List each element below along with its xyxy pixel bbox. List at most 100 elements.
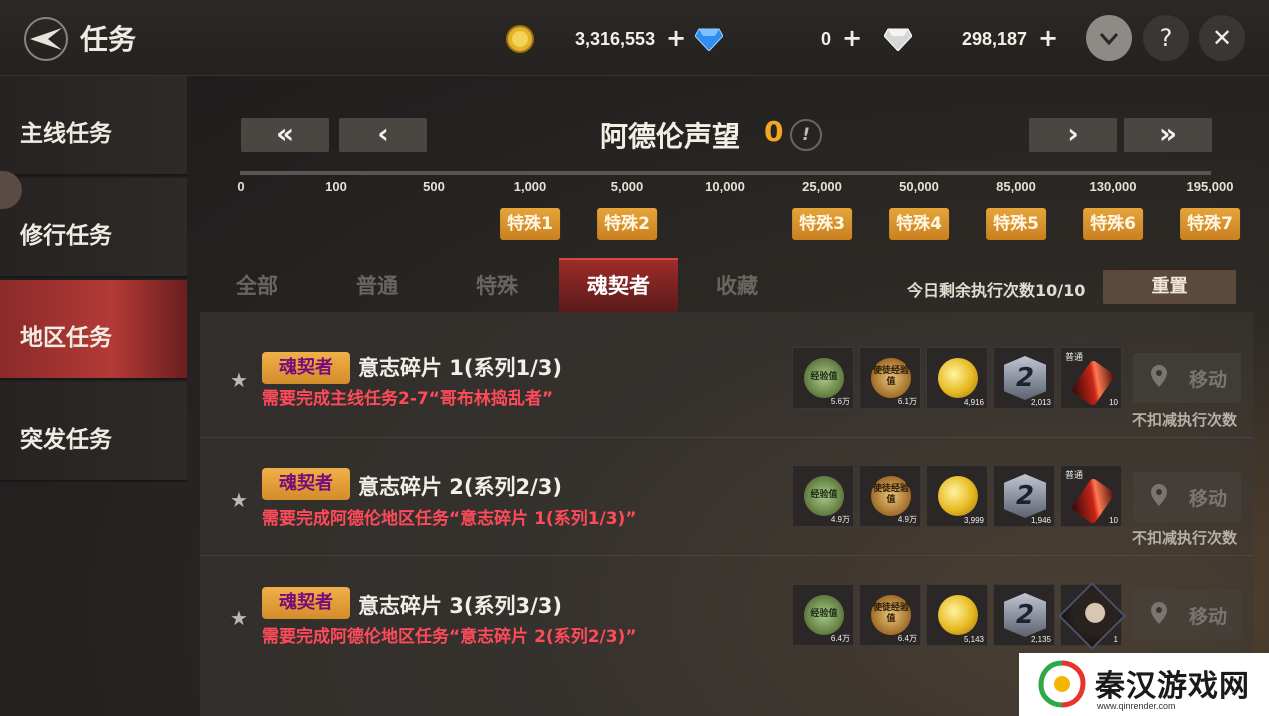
location-pin-icon	[1151, 602, 1167, 624]
gem-amount: 0	[821, 28, 832, 49]
diamond-amount: 298,187	[962, 28, 1028, 49]
sidebar-item-label: 主线任务	[20, 121, 112, 147]
special-badge[interactable]: 特殊1	[500, 208, 560, 240]
item-grade: 普通	[1065, 471, 1084, 481]
reward-count: 1,946	[1030, 516, 1051, 525]
quest-row[interactable]: ★ 魂契者 意志碎片 2(系列2/3) 需要完成阿德伦地区任务“意志碎片 1(系…	[200, 438, 1253, 556]
info-icon[interactable]: !	[790, 119, 822, 151]
item-grade: 普通	[1065, 353, 1084, 363]
gem-currency: 0 +	[695, 20, 865, 58]
tab-all[interactable]: 全部	[236, 270, 278, 300]
special-badge[interactable]: 特殊3	[792, 208, 852, 240]
favorite-star-icon[interactable]: ★	[230, 606, 248, 630]
close-button[interactable]: ✕	[1199, 15, 1245, 61]
reward-rank[interactable]: 2 2,135	[993, 584, 1055, 646]
reward-gold[interactable]: 4,916	[926, 347, 988, 409]
move-button[interactable]: 移动	[1133, 472, 1241, 522]
reward-count: 6.4万	[897, 634, 917, 643]
watermark-text: 秦汉游戏网	[1095, 669, 1250, 704]
add-gold-button[interactable]: +	[663, 26, 689, 52]
special-badge[interactable]: 特殊4	[889, 208, 949, 240]
diamond-icon	[884, 28, 912, 51]
sidebar-item-main-quest[interactable]: 主线任务	[0, 76, 187, 176]
special-badge[interactable]: 特殊5	[986, 208, 1046, 240]
reward-count: 4.9万	[830, 515, 850, 524]
back-icon[interactable]	[20, 16, 72, 62]
reward-apostle-exp[interactable]: 使徒经验值 4.9万	[859, 465, 921, 527]
favorite-star-icon[interactable]: ★	[230, 488, 248, 512]
tick-label: 1,000	[513, 179, 547, 194]
reputation-value: 0	[764, 115, 784, 148]
tab-normal[interactable]: 普通	[356, 270, 398, 300]
tick-label: 25,000	[802, 179, 842, 194]
tick-label: 5,000	[610, 179, 644, 194]
reward-exp[interactable]: 经验值 4.9万	[792, 465, 854, 527]
move-button[interactable]: 移动	[1133, 590, 1241, 640]
quest-requirement: 需要完成阿德伦地区任务“意志碎片 1(系列1/3)”	[262, 509, 637, 529]
gold-currency: 3,316,553 +	[505, 20, 689, 58]
tick-label: 195,000	[1186, 179, 1234, 194]
special-badge[interactable]: 特殊2	[597, 208, 657, 240]
apostle-exp-icon: 使徒经验值	[871, 476, 911, 516]
exp-icon: 经验值	[804, 358, 844, 398]
no-deduct-note: 不扣减执行次数	[1132, 411, 1238, 429]
tick-label: 0	[237, 179, 245, 194]
reward-rank[interactable]: 2 2,013	[993, 347, 1055, 409]
rank-badge-icon: 2	[1004, 356, 1046, 400]
chevron-down-icon	[1099, 33, 1119, 46]
favorite-star-icon[interactable]: ★	[230, 368, 248, 392]
reward-rank[interactable]: 2 1,946	[993, 465, 1055, 527]
watermark-logo-icon	[1038, 660, 1086, 708]
watermark: 秦汉游戏网 www.qinrender.com	[1019, 653, 1269, 716]
tick-label: 100	[325, 179, 347, 194]
expand-menu-button[interactable]	[1086, 15, 1132, 61]
tab-special[interactable]: 特殊	[476, 270, 518, 300]
location-pin-icon	[1151, 365, 1167, 387]
reward-count: 6.1万	[897, 397, 917, 406]
tick-label: 500	[423, 179, 445, 194]
last-page-button[interactable]: »	[1124, 118, 1212, 152]
prev-page-button[interactable]: ‹	[339, 118, 427, 152]
reward-count: 5,143	[963, 635, 984, 644]
exp-icon: 经验值	[804, 595, 844, 635]
sidebar-item-region-quest[interactable]: 地区任务	[0, 280, 187, 380]
quest-name: 意志碎片 1(系列1/3)	[358, 356, 563, 380]
reward-apostle-exp[interactable]: 使徒经验值 6.4万	[859, 584, 921, 646]
reward-exp[interactable]: 经验值 6.4万	[792, 584, 854, 646]
reward-count: 10	[1109, 516, 1118, 525]
move-label: 移动	[1189, 369, 1228, 391]
reward-count: 2,013	[1030, 398, 1051, 407]
gold-coin-icon	[938, 358, 978, 398]
remaining-count: 今日剩余执行次数10/10	[907, 281, 1086, 300]
add-diamond-button[interactable]: +	[1035, 26, 1061, 52]
special-badge[interactable]: 特殊6	[1083, 208, 1143, 240]
move-button[interactable]: 移动	[1133, 353, 1241, 403]
next-page-button[interactable]: ›	[1029, 118, 1117, 152]
blue-gem-icon	[695, 28, 723, 51]
reward-exp[interactable]: 经验值 5.6万	[792, 347, 854, 409]
reward-portrait[interactable]: 1	[1058, 582, 1126, 650]
reward-potion[interactable]: 普通 10	[1060, 465, 1122, 527]
rank-badge-icon: 2	[1004, 474, 1046, 518]
sidebar-item-training-quest[interactable]: 修行任务	[0, 178, 187, 278]
tab-soul-contractor[interactable]: 魂契者	[559, 258, 678, 312]
first-page-button[interactable]: «	[241, 118, 329, 152]
reset-button[interactable]: 重置	[1103, 270, 1236, 304]
help-button[interactable]: ?	[1143, 15, 1189, 61]
gold-amount: 3,316,553	[575, 28, 656, 49]
sidebar-item-emergency-quest[interactable]: 突发任务	[0, 382, 187, 482]
reward-count: 5.6万	[830, 397, 850, 406]
tab-favorites[interactable]: 收藏	[716, 270, 758, 300]
special-badge[interactable]: 特殊7	[1180, 208, 1240, 240]
quest-tag: 魂契者	[262, 587, 350, 619]
reputation-track	[240, 171, 1211, 175]
reward-gold[interactable]: 3,999	[926, 465, 988, 527]
reward-gold[interactable]: 5,143	[926, 584, 988, 646]
quest-row[interactable]: ★ 魂契者 意志碎片 1(系列1/3) 需要完成主线任务2-7“哥布林捣乱者” …	[200, 320, 1253, 438]
quest-requirement: 需要完成阿德伦地区任务“意志碎片 2(系列2/3)”	[262, 627, 637, 647]
add-gem-button[interactable]: +	[839, 26, 865, 52]
location-pin-icon	[1151, 484, 1167, 506]
reward-count: 3,999	[963, 516, 984, 525]
reward-potion[interactable]: 普通 10	[1060, 347, 1122, 409]
reward-apostle-exp[interactable]: 使徒经验值 6.1万	[859, 347, 921, 409]
